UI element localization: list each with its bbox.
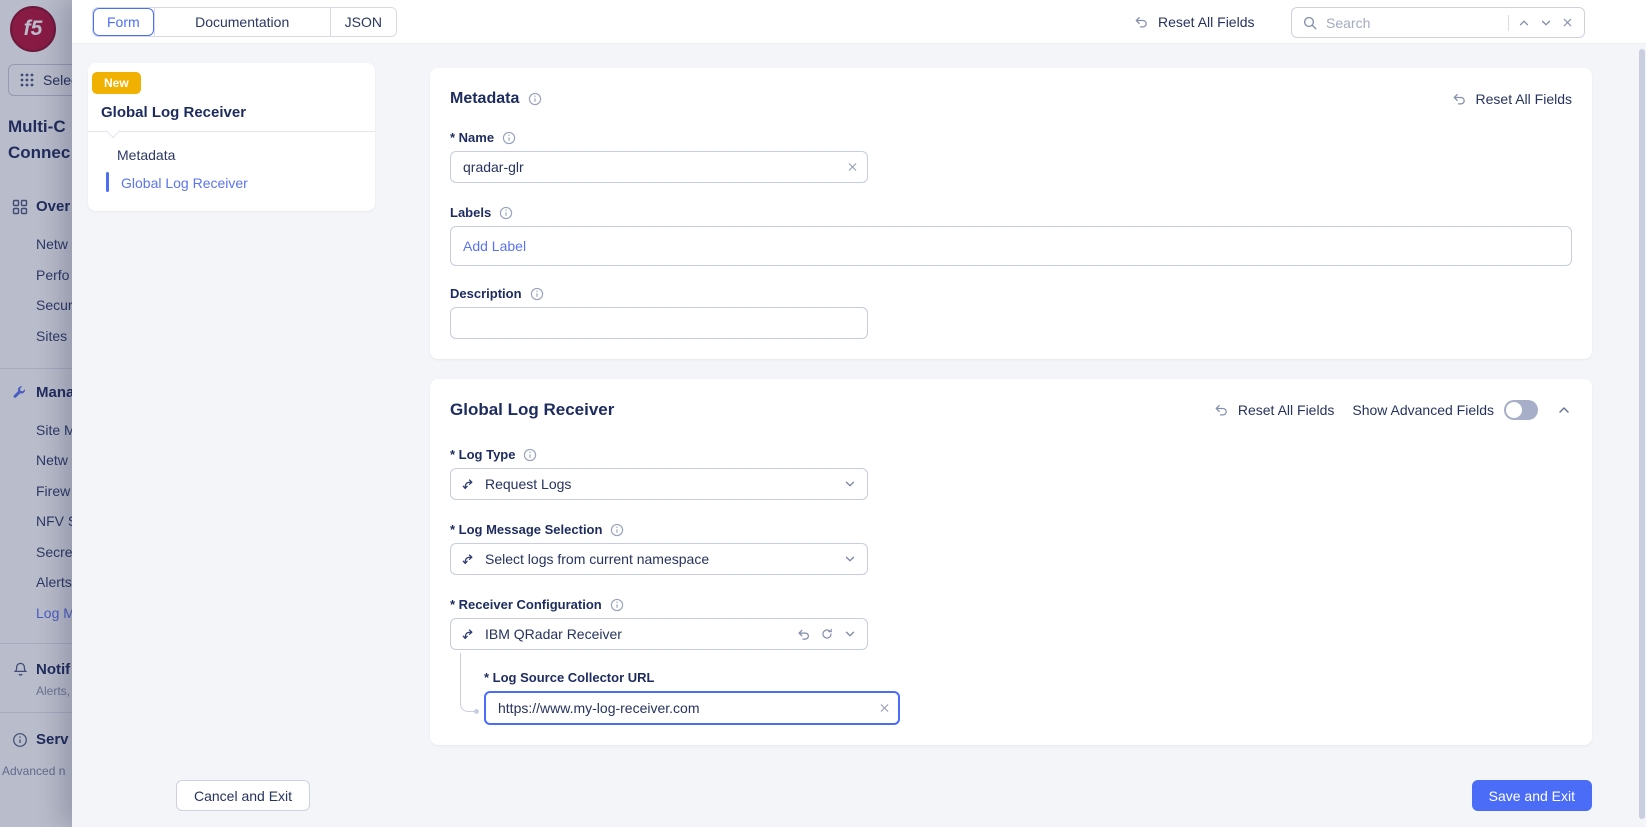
description-label: Description — [450, 286, 522, 301]
refresh-icon — [820, 627, 834, 641]
tab-form[interactable]: Form — [93, 8, 154, 36]
metadata-section: Metadata Reset All Fields * Name L — [430, 68, 1592, 359]
labels-input[interactable] — [450, 226, 1572, 266]
chevron-down-icon — [843, 552, 857, 566]
close-icon — [878, 702, 891, 715]
nav-divider-notch — [106, 124, 120, 138]
log-message-selection-value: Select logs from current namespace — [485, 551, 834, 567]
receiver-configuration-label: * Receiver Configuration — [450, 597, 602, 612]
log-message-selection-select[interactable]: Select logs from current namespace — [450, 543, 868, 575]
receiver-refresh-button[interactable] — [820, 627, 834, 641]
glr-heading: Global Log Receiver — [450, 400, 614, 420]
search-close-button[interactable] — [1561, 16, 1574, 29]
modal-dim-overlay[interactable] — [0, 0, 72, 827]
search-prev-button[interactable] — [1517, 16, 1531, 30]
log-type-value: Request Logs — [485, 476, 834, 492]
reset-all-fields-button-top[interactable]: Reset All Fields — [1133, 8, 1254, 36]
receiver-configuration-value: IBM QRadar Receiver — [485, 626, 787, 642]
slideover-panel: Form Documentation JSON Reset All Fields — [72, 0, 1646, 827]
collapse-section-button[interactable] — [1556, 402, 1572, 418]
name-input[interactable] — [450, 151, 868, 183]
new-badge: New — [92, 72, 141, 94]
info-icon[interactable] — [610, 523, 624, 537]
save-and-exit-button[interactable]: Save and Exit — [1472, 780, 1592, 811]
receiver-configuration-select[interactable]: IBM QRadar Receiver — [450, 618, 868, 650]
search-next-button[interactable] — [1539, 16, 1553, 30]
labels-label: Labels — [450, 205, 491, 220]
panel-body: New Global Log Receiver Metadata Global … — [72, 44, 1646, 827]
info-icon[interactable] — [528, 92, 542, 106]
nav-link-metadata[interactable]: Metadata — [117, 147, 175, 163]
clear-name-button[interactable] — [846, 161, 859, 174]
undo-icon — [796, 627, 811, 642]
show-advanced-fields-label: Show Advanced Fields — [1352, 402, 1494, 418]
search-separator — [1508, 15, 1509, 31]
info-icon[interactable] — [530, 287, 544, 301]
undo-icon — [1133, 14, 1149, 30]
view-tabs: Form Documentation JSON — [92, 7, 397, 37]
search-icon — [1302, 15, 1318, 31]
chevron-down-icon — [843, 627, 857, 641]
tab-json[interactable]: JSON — [330, 8, 396, 36]
nav-divider — [88, 131, 375, 132]
reset-all-fields-label: Reset All Fields — [1158, 14, 1254, 30]
close-icon — [1561, 16, 1574, 29]
name-label: * Name — [450, 130, 494, 145]
info-icon[interactable] — [499, 206, 513, 220]
chevron-up-icon — [1517, 16, 1531, 30]
search-box — [1291, 7, 1585, 38]
search-input[interactable] — [1326, 15, 1500, 31]
receiver-undo-button[interactable] — [796, 627, 811, 642]
vertical-scrollbar[interactable] — [1639, 49, 1645, 819]
chevron-up-icon — [1556, 402, 1572, 418]
close-icon — [846, 161, 859, 174]
clear-url-button[interactable] — [878, 702, 891, 715]
log-type-select[interactable]: Request Logs — [450, 468, 868, 500]
chevron-down-icon — [1539, 16, 1553, 30]
show-advanced-fields-toggle[interactable] — [1504, 400, 1538, 420]
nav-link-global-log-receiver[interactable]: Global Log Receiver — [121, 175, 248, 191]
reset-all-fields-button-glr[interactable]: Reset All Fields — [1213, 402, 1334, 418]
branch-select-icon — [461, 477, 476, 492]
panel-topbar: Form Documentation JSON Reset All Fields — [72, 0, 1646, 44]
branch-select-icon — [461, 627, 476, 642]
tab-documentation[interactable]: Documentation — [154, 8, 330, 36]
branch-select-icon — [461, 552, 476, 567]
reset-all-fields-label: Reset All Fields — [1476, 91, 1572, 107]
log-type-label: * Log Type — [450, 447, 515, 462]
cancel-and-exit-button[interactable]: Cancel and Exit — [176, 780, 310, 811]
undo-icon — [1451, 91, 1467, 107]
form-nav-card: New Global Log Receiver Metadata Global … — [88, 63, 375, 211]
log-message-selection-label: * Log Message Selection — [450, 522, 602, 537]
toggle-knob — [1506, 402, 1522, 418]
chevron-down-icon — [843, 477, 857, 491]
undo-icon — [1213, 402, 1229, 418]
log-source-collector-url-label: * Log Source Collector URL — [484, 670, 654, 685]
description-input[interactable] — [450, 307, 868, 339]
info-icon[interactable] — [523, 448, 537, 462]
info-icon[interactable] — [502, 131, 516, 145]
reset-all-fields-button-metadata[interactable]: Reset All Fields — [1451, 91, 1572, 107]
form-nav-title: Global Log Receiver — [101, 104, 246, 121]
log-source-collector-url-input[interactable] — [484, 691, 900, 725]
nested-field-connector — [460, 653, 476, 712]
reset-all-fields-label: Reset All Fields — [1238, 402, 1334, 418]
metadata-heading: Metadata — [450, 90, 519, 108]
info-icon[interactable] — [610, 598, 624, 612]
nav-active-bar — [106, 172, 109, 192]
global-log-receiver-section: Global Log Receiver Reset All Fields Sho… — [430, 379, 1592, 745]
